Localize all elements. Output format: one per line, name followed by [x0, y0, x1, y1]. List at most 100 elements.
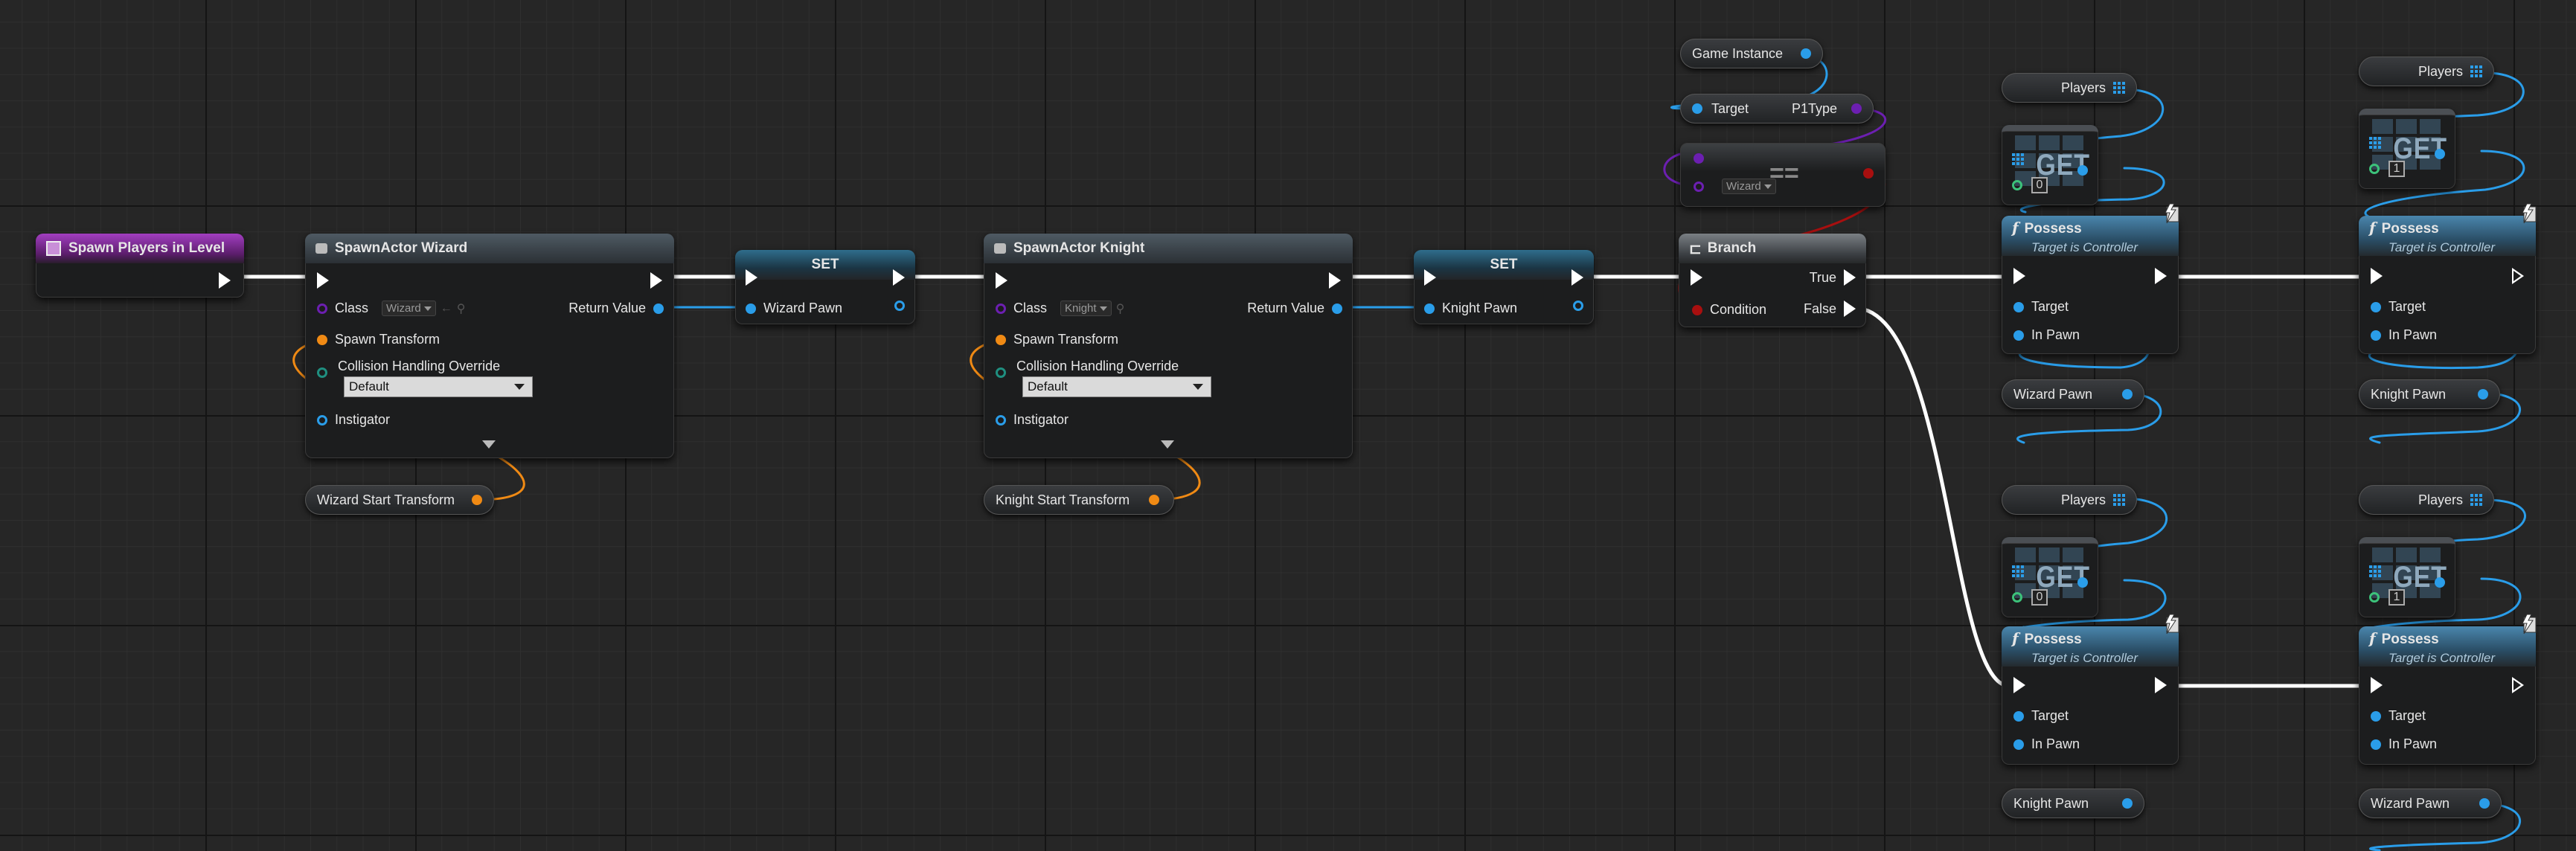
set-wizard-exec-in[interactable] — [746, 269, 757, 286]
spawn-knight-exec-in[interactable] — [996, 272, 1007, 289]
array-icon[interactable] — [2369, 565, 2381, 577]
set-wizard-pawn-node[interactable]: SET Wizard Pawn — [735, 250, 915, 324]
branch-true-pin[interactable]: True — [1802, 269, 1856, 286]
browse-arrow-icon[interactable]: ← — [440, 302, 452, 315]
set-knight-pawn-node[interactable]: SET Knight Pawn — [1414, 250, 1594, 324]
enum-select[interactable]: Wizard — [1722, 179, 1776, 194]
array-icon[interactable] — [2113, 82, 2125, 94]
possess-inpawn-pin[interactable]: In Pawn — [2371, 736, 2444, 752]
array-icon[interactable] — [2113, 494, 2125, 506]
collision-dropdown[interactable]: Default — [344, 376, 533, 397]
p1type-getter-node[interactable]: Target P1Type — [1680, 94, 1874, 123]
branch-false-pin[interactable]: False — [1796, 301, 1856, 317]
spawn-wizard-exec-out[interactable] — [650, 272, 662, 289]
players-array-node[interactable]: Players — [2359, 57, 2494, 86]
game-instance-node[interactable]: Game Instance — [1680, 39, 1823, 68]
possess-node[interactable]: f Possess Target is Controller Target In … — [2002, 216, 2179, 354]
object-pin-icon[interactable] — [1801, 48, 1811, 59]
possess-target-pin[interactable]: Target — [2013, 299, 2076, 315]
set-knight-exec-out[interactable] — [1571, 269, 1583, 286]
object-pin-icon[interactable] — [2122, 798, 2133, 809]
equal-enum-node[interactable]: Wizard == — [1680, 143, 1885, 207]
array-get-node[interactable]: GET 0 — [2002, 537, 2098, 617]
possess-exec-out[interactable] — [2512, 677, 2524, 693]
object-pin-icon[interactable] — [2435, 149, 2445, 159]
object-pin-icon[interactable] — [2122, 389, 2133, 399]
array-get-node[interactable]: GET 0 — [2002, 125, 2098, 205]
bool-pin-icon[interactable] — [1863, 168, 1874, 179]
players-array-node[interactable]: Players — [2002, 73, 2137, 103]
possess-inpawn-pin[interactable]: In Pawn — [2371, 327, 2444, 343]
spawn-knight-class-pin[interactable]: Class Knight ⚲ — [996, 301, 1124, 316]
expand-arrow-icon[interactable] — [1161, 440, 1174, 449]
branch-condition-pin[interactable]: Condition — [1692, 302, 1774, 318]
spawn-wizard-collision-pin[interactable] — [317, 367, 327, 378]
set-wizard-output-pin[interactable] — [894, 301, 905, 311]
possess-exec-out[interactable] — [2512, 268, 2524, 284]
int-pin-icon[interactable] — [2012, 180, 2022, 190]
possess-exec-in[interactable] — [2013, 677, 2025, 693]
object-pin-icon[interactable] — [2435, 577, 2445, 588]
possess-target-pin[interactable]: Target — [2013, 708, 2076, 724]
pawn-ref-node[interactable]: Knight Pawn — [2359, 379, 2500, 409]
enum-pin-icon[interactable] — [1851, 103, 1862, 114]
spawn-wizard-instigator-pin[interactable]: Instigator — [317, 412, 397, 428]
array-get-node[interactable]: GET 1 — [2359, 537, 2455, 617]
possess-exec-in[interactable] — [2013, 268, 2025, 284]
knight-start-transform-node[interactable]: Knight Start Transform — [984, 485, 1174, 515]
event-node-spawn-players[interactable]: Spawn Players in Level — [36, 234, 244, 298]
array-icon[interactable] — [2369, 137, 2381, 149]
enum-pin-icon[interactable] — [1694, 182, 1704, 192]
possess-inpawn-pin[interactable]: In Pawn — [2013, 736, 2087, 752]
class-select[interactable]: Knight — [1060, 301, 1112, 316]
array-get-node[interactable]: GET 1 — [2359, 109, 2455, 189]
spawn-wizard-class-pin[interactable]: Class Wizard ← ⚲ — [317, 301, 465, 316]
spawn-wizard-exec-in[interactable] — [317, 272, 329, 289]
index-field[interactable]: 0 — [2031, 589, 2048, 606]
possess-exec-in[interactable] — [2371, 268, 2383, 284]
search-icon[interactable]: ⚲ — [457, 301, 466, 316]
spawn-knight-return-pin[interactable]: Return Value — [1240, 301, 1342, 316]
spawn-knight-transform-pin[interactable]: Spawn Transform — [996, 332, 1126, 347]
possess-exec-out[interactable] — [2155, 677, 2167, 693]
spawn-knight-instigator-pin[interactable]: Instigator — [996, 412, 1076, 428]
branch-node[interactable]: ⊏ Branch True Condition False — [1679, 234, 1866, 327]
pawn-ref-node[interactable]: Knight Pawn — [2002, 789, 2144, 818]
array-icon[interactable] — [2012, 153, 2024, 165]
set-knight-exec-in[interactable] — [1424, 269, 1436, 286]
class-select[interactable]: Wizard — [382, 301, 436, 316]
possess-target-pin[interactable]: Target — [2371, 708, 2433, 724]
enum-pin-icon[interactable] — [1694, 153, 1704, 164]
array-icon[interactable] — [2470, 65, 2482, 77]
collision-dropdown[interactable]: Default — [1022, 376, 1211, 397]
expand-arrow-icon[interactable] — [482, 440, 496, 449]
set-wizard-input-pin[interactable]: Wizard Pawn — [746, 301, 850, 316]
possess-exec-out[interactable] — [2155, 268, 2167, 284]
branch-exec-in[interactable] — [1691, 269, 1702, 286]
possess-inpawn-pin[interactable]: In Pawn — [2013, 327, 2087, 343]
spawn-knight-collision-pin[interactable] — [996, 367, 1006, 378]
object-pin-icon[interactable] — [2478, 389, 2488, 399]
possess-node[interactable]: f Possess Target is Controller Target In … — [2359, 626, 2536, 765]
set-knight-output-pin[interactable] — [1573, 301, 1583, 311]
spawn-wizard-return-pin[interactable]: Return Value — [561, 301, 664, 316]
possess-node[interactable]: f Possess Target is Controller Target In … — [2359, 216, 2536, 354]
index-field[interactable]: 1 — [2388, 589, 2405, 606]
int-pin-icon[interactable] — [2369, 164, 2380, 174]
event-exec-out-pin[interactable] — [219, 272, 231, 289]
possess-target-pin[interactable]: Target — [2371, 299, 2433, 315]
array-icon[interactable] — [2470, 494, 2482, 506]
index-field[interactable]: 1 — [2388, 161, 2405, 177]
index-field[interactable]: 0 — [2031, 177, 2048, 193]
spawnactor-wizard-node[interactable]: SpawnActor Wizard Class Wizard ← ⚲ Retur… — [305, 234, 674, 458]
wizard-start-transform-node[interactable]: Wizard Start Transform — [305, 485, 494, 515]
search-icon[interactable]: ⚲ — [1116, 301, 1125, 316]
players-array-node[interactable]: Players — [2359, 485, 2494, 515]
object-pin-icon[interactable] — [1692, 103, 1702, 114]
int-pin-icon[interactable] — [2012, 592, 2022, 603]
set-knight-input-pin[interactable]: Knight Pawn — [1424, 301, 1525, 316]
possess-exec-in[interactable] — [2371, 677, 2383, 693]
pawn-ref-node[interactable]: Wizard Pawn — [2359, 789, 2502, 818]
possess-node[interactable]: f Possess Target is Controller Target In … — [2002, 626, 2179, 765]
array-icon[interactable] — [2012, 565, 2024, 577]
